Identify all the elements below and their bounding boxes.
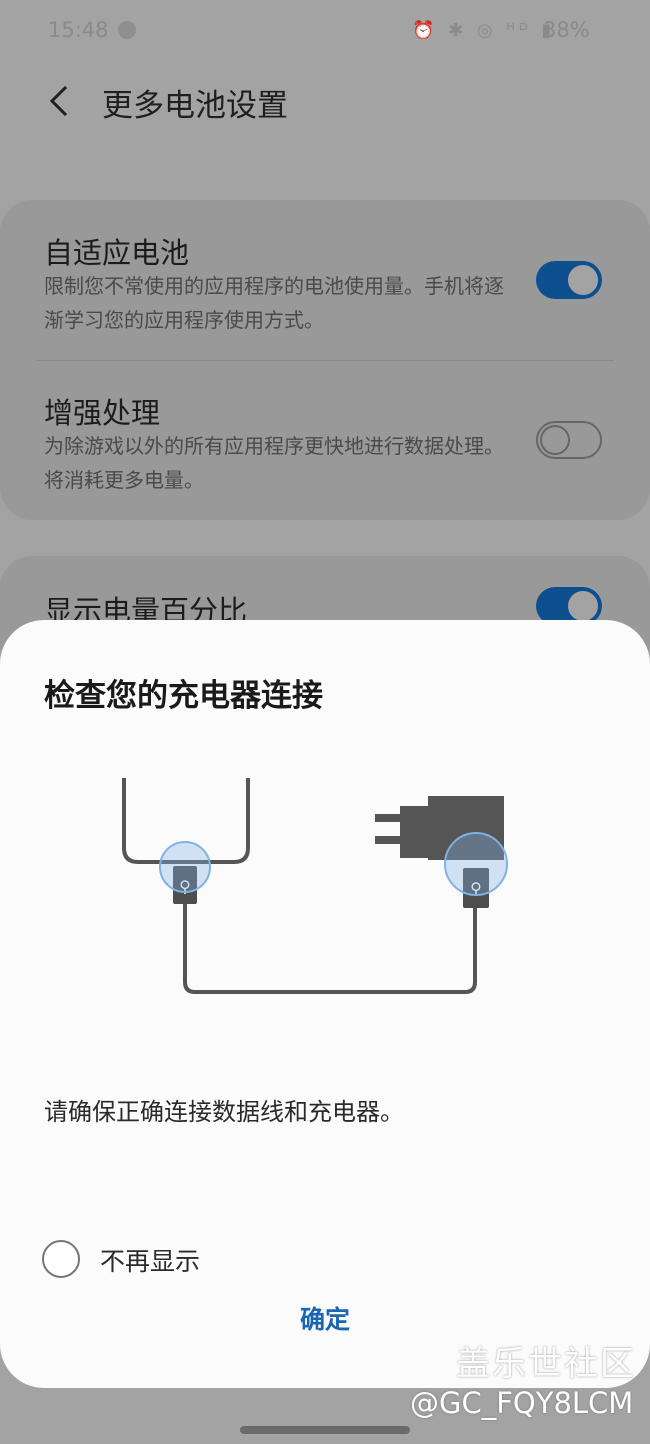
toggle-knob	[540, 425, 570, 455]
back-arrow-icon[interactable]	[46, 84, 72, 118]
gesture-nav-handle[interactable]	[240, 1426, 410, 1434]
battery-percentage: 38%	[543, 18, 590, 42]
enhanced-processing-subtitle: 为除游戏以外的所有应用程序更快地进行数据处理。将消耗更多电量。	[44, 434, 504, 492]
settings-card-battery: 自适应电池 限制您不常使用的应用程序的电池使用量。手机将逐渐学习您的应用程序使用…	[0, 200, 650, 520]
dialog-message: 请确保正确连接数据线和充电器。	[44, 1098, 404, 1126]
status-bar: 15:48 ⏰ ✱ ◎ ᴴᴰ ▮ 38%	[0, 0, 650, 62]
adaptive-battery-title: 自适应电池	[44, 236, 190, 270]
watermark-community: 盖乐世社区	[456, 1344, 636, 1384]
charger-connection-illustration: ⚲ ⚲	[122, 778, 508, 994]
highlight-circle-phone	[159, 841, 211, 893]
dialog-title: 检查您的充电器连接	[44, 678, 323, 714]
divider	[36, 360, 614, 361]
page-header: 更多电池设置	[0, 62, 650, 142]
enhanced-processing-title: 增强处理	[44, 396, 161, 430]
adaptive-battery-toggle[interactable]	[536, 261, 602, 299]
status-icons: ⏰ ✱ ◎ ᴴᴰ ▮	[412, 20, 556, 41]
toggle-knob	[566, 589, 600, 623]
notification-icon	[118, 21, 136, 39]
adaptive-battery-subtitle: 限制您不常使用的应用程序的电池使用量。手机将逐渐学习您的应用程序使用方式。	[44, 274, 504, 332]
watermark-username: @GC_FQY8LCM	[410, 1386, 634, 1420]
toggle-knob	[566, 263, 600, 297]
page-title: 更多电池设置	[102, 88, 288, 124]
dont-show-again-checkbox[interactable]	[42, 1240, 80, 1278]
dont-show-again-label: 不再显示	[100, 1247, 201, 1276]
usb-cable	[183, 902, 477, 994]
enhanced-processing-toggle[interactable]	[536, 421, 602, 459]
highlight-circle-charger	[444, 832, 508, 896]
status-time: 15:48	[48, 18, 109, 42]
charger-check-dialog: 检查您的充电器连接 ⚲ ⚲ 请确保正确连接数据线和充电器。 不再显示 确定	[0, 620, 650, 1388]
dont-show-again-option[interactable]: 不再显示	[42, 1238, 342, 1278]
